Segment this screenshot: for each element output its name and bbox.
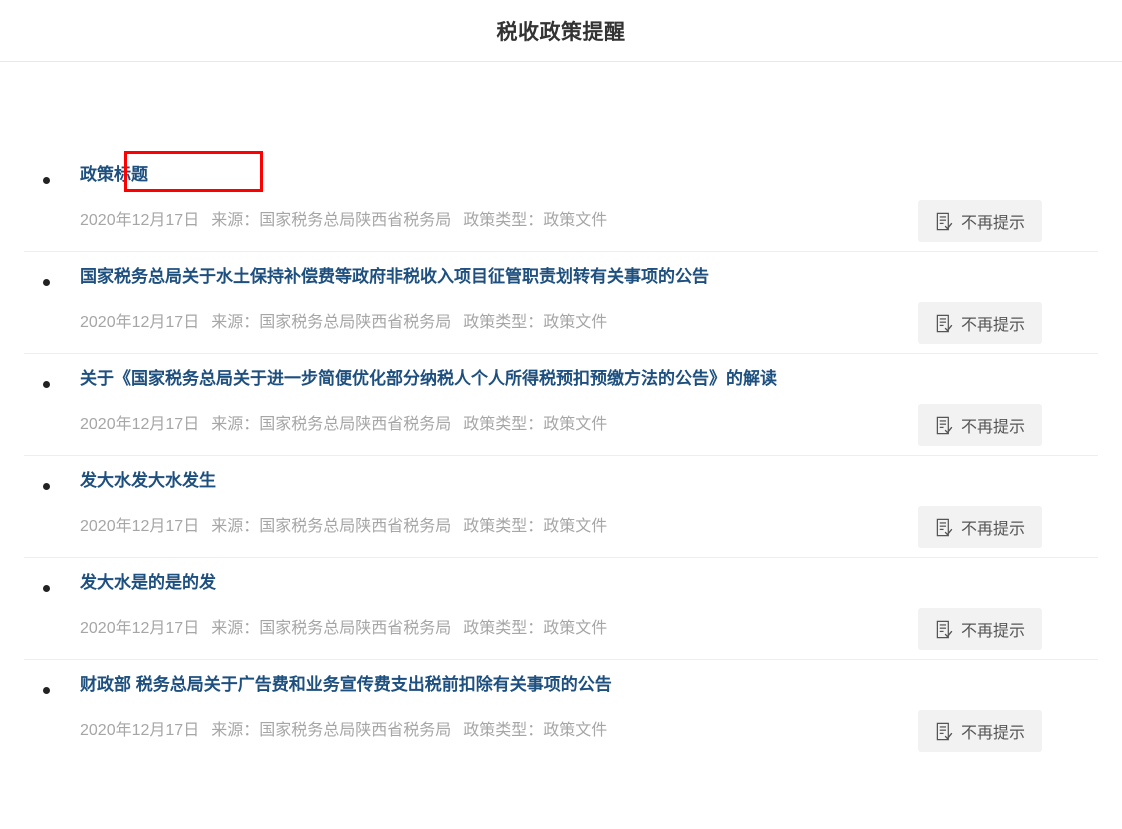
policy-type: 政策类型：政策文件 [463, 518, 607, 535]
page-header: 税收政策提醒 [0, 0, 1122, 62]
policy-meta-row: 2020年12月17日来源：国家税务总局陕西省税务局政策类型：政策文件 不再提示 [80, 302, 1036, 344]
policy-type: 政策类型：政策文件 [463, 416, 607, 433]
policy-item: 发大水发大水发生 2020年12月17日来源：国家税务总局陕西省税务局政策类型：政… [24, 456, 1098, 558]
dismiss-button[interactable]: 不再提示 [918, 506, 1042, 548]
form-check-icon [935, 416, 954, 435]
policy-title-link[interactable]: 国家税务总局关于水土保持补偿费等政府非税收入项目征管职责划转有关事项的公告 [80, 264, 709, 290]
policy-source: 来源：国家税务总局陕西省税务局 [211, 518, 451, 535]
form-check-icon [935, 212, 954, 231]
policy-title-link[interactable]: 发大水发大水发生 [80, 468, 216, 494]
policy-title-row: 政策标题 [80, 150, 1036, 188]
bullet-dot-icon [43, 279, 50, 286]
dismiss-button[interactable]: 不再提示 [918, 302, 1042, 344]
policy-meta-row: 2020年12月17日来源：国家税务总局陕西省税务局政策类型：政策文件 不再提示 [80, 608, 1036, 650]
dismiss-button[interactable]: 不再提示 [918, 404, 1042, 446]
policy-date: 2020年12月17日 [80, 722, 199, 739]
policy-item: 发大水是的是的发 2020年12月17日来源：国家税务总局陕西省税务局政策类型：政… [24, 558, 1098, 660]
dismiss-button-label: 不再提示 [961, 413, 1025, 437]
dismiss-button[interactable]: 不再提示 [918, 710, 1042, 752]
policy-meta-row: 2020年12月17日来源：国家税务总局陕西省税务局政策类型：政策文件 不再提示 [80, 404, 1036, 446]
dismiss-button-label: 不再提示 [961, 719, 1025, 743]
policy-meta: 2020年12月17日来源：国家税务总局陕西省税务局政策类型：政策文件 [80, 312, 607, 334]
policy-source: 来源：国家税务总局陕西省税务局 [211, 212, 451, 229]
policy-meta: 2020年12月17日来源：国家税务总局陕西省税务局政策类型：政策文件 [80, 414, 607, 436]
policy-meta: 2020年12月17日来源：国家税务总局陕西省税务局政策类型：政策文件 [80, 720, 607, 742]
policy-source: 来源：国家税务总局陕西省税务局 [211, 416, 451, 433]
policy-meta-row: 2020年12月17日来源：国家税务总局陕西省税务局政策类型：政策文件 不再提示 [80, 710, 1036, 752]
form-check-icon [935, 518, 954, 537]
dismiss-button[interactable]: 不再提示 [918, 200, 1042, 242]
policy-title-row: 发大水是的是的发 [80, 558, 1036, 596]
policy-date: 2020年12月17日 [80, 620, 199, 637]
policy-title-link[interactable]: 关于《国家税务总局关于进一步简便优化部分纳税人个人所得税预扣预缴方法的公告》的解… [80, 366, 777, 392]
policy-source: 来源：国家税务总局陕西省税务局 [211, 314, 451, 331]
policy-type: 政策类型：政策文件 [463, 620, 607, 637]
policy-meta: 2020年12月17日来源：国家税务总局陕西省税务局政策类型：政策文件 [80, 516, 607, 538]
bullet-dot-icon [43, 687, 50, 694]
dismiss-button-label: 不再提示 [961, 209, 1025, 233]
policy-item: 国家税务总局关于水土保持补偿费等政府非税收入项目征管职责划转有关事项的公告 202… [24, 252, 1098, 354]
policy-title-row: 国家税务总局关于水土保持补偿费等政府非税收入项目征管职责划转有关事项的公告 [80, 252, 1036, 290]
form-check-icon [935, 314, 954, 333]
policy-item: 政策标题 2020年12月17日来源：国家税务总局陕西省税务局政策类型：政策文件 不… [24, 150, 1098, 252]
dismiss-button-label: 不再提示 [961, 617, 1025, 641]
policy-meta-row: 2020年12月17日来源：国家税务总局陕西省税务局政策类型：政策文件 不再提示 [80, 200, 1036, 242]
policy-source: 来源：国家税务总局陕西省税务局 [211, 722, 451, 739]
policy-title-row: 关于《国家税务总局关于进一步简便优化部分纳税人个人所得税预扣预缴方法的公告》的解… [80, 354, 1036, 392]
dismiss-button[interactable]: 不再提示 [918, 608, 1042, 650]
dismiss-button-label: 不再提示 [961, 311, 1025, 335]
policy-title-row: 发大水发大水发生 [80, 456, 1036, 494]
policy-type: 政策类型：政策文件 [463, 212, 607, 229]
policy-title-row: 财政部 税务总局关于广告费和业务宣传费支出税前扣除有关事项的公告 [80, 660, 1036, 698]
policy-title-link[interactable]: 政策标题 [80, 162, 148, 188]
dismiss-button-label: 不再提示 [961, 515, 1025, 539]
policy-meta-row: 2020年12月17日来源：国家税务总局陕西省税务局政策类型：政策文件 不再提示 [80, 506, 1036, 548]
policy-date: 2020年12月17日 [80, 416, 199, 433]
policy-source: 来源：国家税务总局陕西省税务局 [211, 620, 451, 637]
bullet-dot-icon [43, 585, 50, 592]
policy-list: 政策标题2020年12月17日来源：国家税务总局陕西省税务局政策类型：政策文件不… [0, 62, 1122, 761]
policy-date: 2020年12月17日 [80, 314, 199, 331]
form-check-icon [935, 722, 954, 741]
policy-date: 2020年12月17日 [80, 212, 199, 229]
page-title: 税收政策提醒 [497, 16, 626, 46]
policy-item: 关于《国家税务总局关于进一步简便优化部分纳税人个人所得税预扣预缴方法的公告》的解… [24, 354, 1098, 456]
policy-meta: 2020年12月17日来源：国家税务总局陕西省税务局政策类型：政策文件 [80, 210, 607, 232]
policy-item: 财政部 税务总局关于广告费和业务宣传费支出税前扣除有关事项的公告 2020年12月… [24, 660, 1098, 761]
policy-type: 政策类型：政策文件 [463, 314, 607, 331]
bullet-dot-icon [43, 483, 50, 490]
policy-meta: 2020年12月17日来源：国家税务总局陕西省税务局政策类型：政策文件 [80, 618, 607, 640]
policy-date: 2020年12月17日 [80, 518, 199, 535]
policy-type: 政策类型：政策文件 [463, 722, 607, 739]
bullet-dot-icon [43, 381, 50, 388]
policy-title-link[interactable]: 财政部 税务总局关于广告费和业务宣传费支出税前扣除有关事项的公告 [80, 672, 612, 698]
bullet-dot-icon [43, 177, 50, 184]
form-check-icon [935, 620, 954, 639]
policy-title-link[interactable]: 发大水是的是的发 [80, 570, 216, 596]
